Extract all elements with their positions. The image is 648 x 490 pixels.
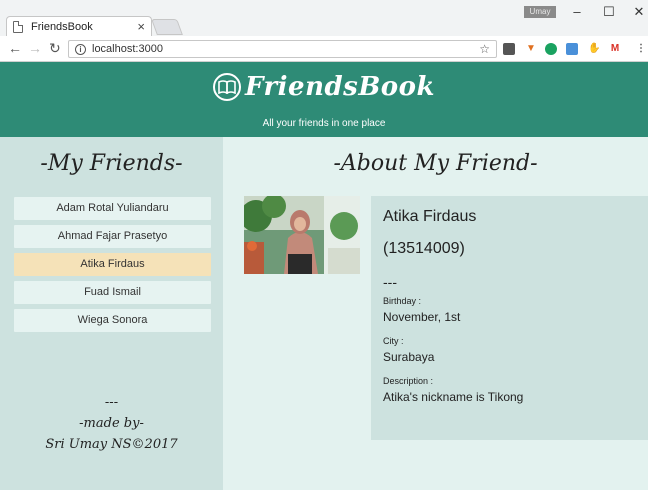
tab-close-icon[interactable]: ×	[137, 19, 145, 34]
brand-logo[interactable]: FriendsBook	[0, 72, 648, 102]
tab-title: FriendsBook	[31, 20, 93, 33]
browser-toolbar: ← → ↻ i localhost:3000 ☆ ▼ ✋ M ⋮	[0, 36, 648, 62]
detail-separator: ---	[383, 274, 397, 290]
city-value: Surabaya	[383, 350, 435, 364]
url-text: localhost:3000	[92, 43, 163, 55]
friends-sidebar: -My Friends- Adam Rotal Yuliandaru Ahmad…	[0, 137, 223, 490]
description-label: Description :	[383, 376, 434, 386]
maximize-button[interactable]: ☐	[599, 4, 619, 20]
extension-translate-icon[interactable]	[566, 43, 578, 55]
page-icon	[13, 20, 23, 33]
extension-g-icon[interactable]	[545, 43, 557, 55]
info-icon[interactable]: i	[75, 43, 86, 55]
credits: --- -made by- Sri Umay NS©2017	[0, 395, 223, 458]
friend-item-adam[interactable]: Adam Rotal Yuliandaru	[14, 197, 211, 220]
minimize-button[interactable]: –	[567, 4, 587, 19]
tagline: All your friends in one place	[262, 118, 386, 129]
close-window-button[interactable]: ✕	[629, 4, 648, 20]
forward-arrow-icon[interactable]: →	[28, 40, 42, 56]
brand-name: FriendsBook	[244, 72, 435, 102]
extension-v-icon[interactable]: ▼	[525, 43, 537, 55]
friend-id: (13514009)	[383, 240, 465, 257]
friend-list: Adam Rotal Yuliandaru Ahmad Fajar Praset…	[14, 197, 211, 337]
bookmark-star-icon[interactable]: ☆	[479, 42, 490, 56]
friend-item-wiega[interactable]: Wiega Sonora	[14, 309, 211, 332]
extension-hand-icon[interactable]: ✋	[588, 43, 600, 55]
description-value: Atika's nickname is Tikong	[383, 390, 524, 404]
profile-badge[interactable]: Umay	[524, 6, 556, 18]
site-header: FriendsBook All your friends in one plac…	[0, 62, 648, 137]
reload-icon[interactable]: ↻	[49, 40, 61, 57]
friend-item-atika[interactable]: Atika Firdaus	[14, 253, 211, 276]
extension-shield-icon[interactable]	[503, 43, 515, 55]
address-bar[interactable]: i localhost:3000 ☆	[68, 40, 497, 58]
browser-tab-strip: FriendsBook × Umay – ☐ ✕	[0, 0, 648, 36]
friend-detail-panel: -About My Friend- Atika Firdaus (1351400…	[223, 137, 648, 490]
city-label: City :	[383, 336, 404, 346]
birthday-value: November, 1st	[383, 310, 461, 324]
friend-name: Atika Firdaus	[383, 208, 477, 225]
friend-details: Atika Firdaus (13514009) --- Birthday : …	[371, 196, 648, 440]
credits-made-by: -made by-	[79, 416, 144, 431]
main-title: -About My Friend-	[333, 151, 538, 176]
menu-icon[interactable]: ⋮	[635, 43, 647, 55]
new-tab-button[interactable]	[151, 19, 183, 35]
open-book-icon	[212, 73, 241, 101]
friend-photo	[244, 196, 360, 274]
page: FriendsBook All your friends in one plac…	[0, 62, 648, 490]
gmail-icon[interactable]: M	[609, 43, 621, 55]
browser-tab[interactable]: FriendsBook ×	[6, 16, 152, 36]
back-arrow-icon[interactable]: ←	[8, 40, 22, 56]
credits-author: Sri Umay NS©2017	[45, 437, 178, 452]
friend-item-fuad[interactable]: Fuad Ismail	[14, 281, 211, 304]
birthday-label: Birthday :	[383, 296, 422, 306]
sidebar-title: -My Friends-	[40, 151, 183, 176]
credits-separator: ---	[104, 395, 119, 410]
friend-item-ahmad[interactable]: Ahmad Fajar Prasetyo	[14, 225, 211, 248]
